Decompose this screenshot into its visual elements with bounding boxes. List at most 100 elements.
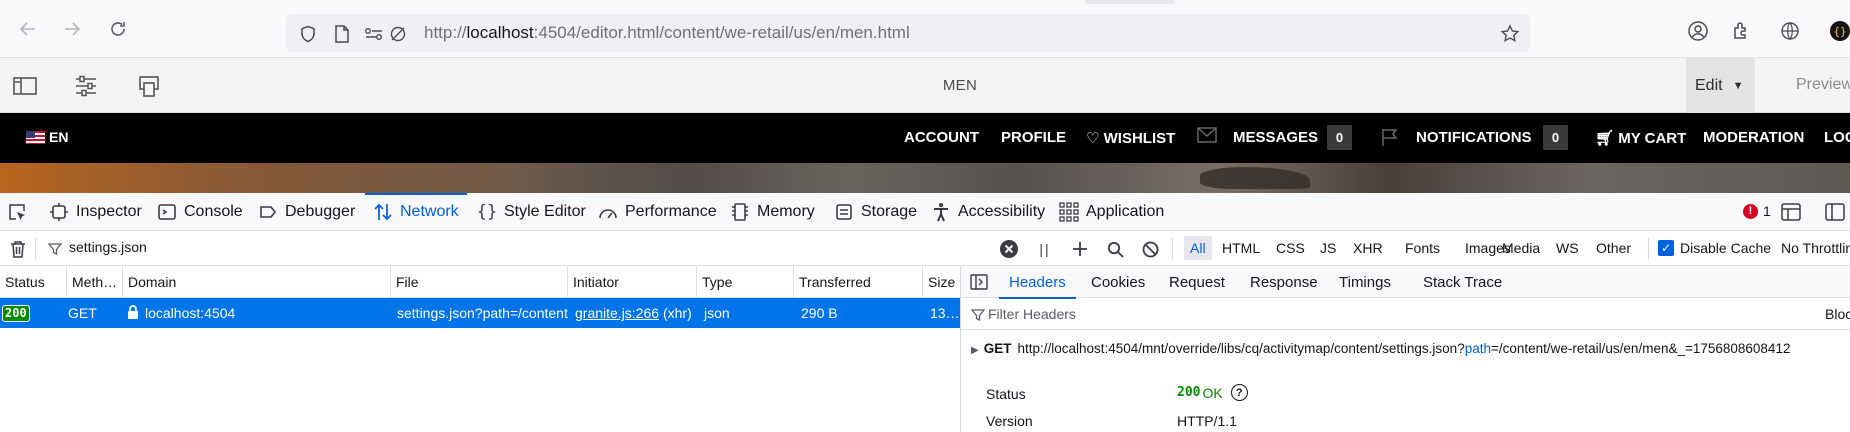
url-path: :4504/editor.html/content/we-retail/us/e… [533, 23, 910, 42]
filter-headers-input[interactable]: Filter Headers [988, 306, 1076, 322]
filter-funnel-icon [45, 239, 65, 259]
braces-extension-icon[interactable]: {} [1828, 19, 1850, 43]
page-icon[interactable] [332, 24, 352, 44]
reload-button[interactable] [106, 17, 130, 41]
tab-style-editor[interactable]: {} Style Editor [477, 193, 586, 231]
column-initiator[interactable]: Initiator [568, 266, 697, 298]
permissions-icon[interactable] [364, 24, 384, 44]
request-summary[interactable]: ▶ GET http://localhost:4504/mnt/override/l… [971, 341, 1790, 356]
block-requests-icon[interactable] [1140, 239, 1160, 259]
element-picker-icon[interactable] [6, 202, 28, 222]
error-count-indicator[interactable]: ! 1 [1743, 203, 1771, 219]
back-button[interactable] [16, 17, 40, 41]
nav-moderation[interactable]: MODERATION [1703, 129, 1804, 146]
tab-inspector[interactable]: Inspector [49, 193, 142, 231]
column-transferred[interactable]: Transferred [794, 266, 923, 298]
type-filter-fonts[interactable]: Fonts [1399, 236, 1446, 260]
edit-mode-dropdown[interactable]: Edit ▼ [1686, 58, 1755, 113]
disable-cache-checkbox[interactable]: ✓ [1658, 240, 1674, 256]
side-panel-icon[interactable] [12, 74, 38, 98]
clear-filter-icon[interactable] [999, 239, 1019, 259]
type-filter-xhr[interactable]: XHR [1347, 236, 1389, 260]
request-table-header: Status Meth… Domain File Initiator Type … [0, 266, 960, 298]
search-icon[interactable] [1105, 239, 1125, 259]
nav-logout[interactable]: LOG [1824, 129, 1850, 146]
column-file[interactable]: File [391, 266, 568, 298]
row-type: json [704, 305, 730, 321]
column-method[interactable]: Meth… [67, 266, 123, 298]
tab-console[interactable]: Console [157, 193, 243, 231]
network-arrows-icon [373, 202, 393, 222]
forward-button[interactable] [60, 17, 84, 41]
trash-icon[interactable] [8, 239, 28, 259]
tab-network[interactable]: Network [365, 193, 467, 231]
tracking-blocked-icon[interactable] [388, 24, 408, 44]
pause-icon[interactable]: || [1035, 239, 1055, 259]
tab-request[interactable]: Request [1169, 266, 1225, 298]
tab-network-label: Network [400, 203, 459, 220]
nav-notifications[interactable]: NOTIFICATIONS [1416, 129, 1532, 146]
column-domain[interactable]: Domain [123, 266, 391, 298]
language-selector[interactable]: EN [26, 129, 68, 145]
memory-chip-icon [730, 202, 750, 222]
nav-cart[interactable]: 🛒︎ MY CART [1595, 129, 1686, 147]
status-code: 200 [1177, 385, 1201, 400]
nav-wishlist-label: WISHLIST [1103, 130, 1176, 147]
tab-cookies[interactable]: Cookies [1091, 266, 1145, 298]
hero-image [0, 163, 1850, 193]
url-text[interactable]: http://localhost:4504/editor.html/conten… [424, 23, 910, 43]
throttling-select[interactable]: No Throttling [1781, 240, 1850, 256]
tab-headers[interactable]: Headers [999, 266, 1076, 299]
block-button[interactable]: Bloc [1825, 306, 1850, 322]
type-filter-html[interactable]: HTML [1216, 236, 1266, 260]
nav-wishlist[interactable]: ♡ WISHLIST [1086, 129, 1175, 147]
tab-inspector-label: Inspector [76, 203, 142, 220]
column-type[interactable]: Type [697, 266, 794, 298]
plus-icon[interactable] [1070, 239, 1090, 259]
accessibility-icon [931, 202, 951, 222]
nav-messages[interactable]: MESSAGES [1233, 129, 1318, 146]
initiator-link[interactable]: granite.js:266 [575, 305, 659, 321]
application-grid-icon [1059, 202, 1079, 222]
emulator-icon[interactable] [136, 74, 162, 98]
help-icon[interactable]: ? [1230, 384, 1248, 401]
type-filter-other[interactable]: Other [1590, 236, 1637, 260]
column-status[interactable]: Status [0, 266, 67, 298]
tab-strip-edge [1085, 0, 1175, 4]
account-icon[interactable] [1686, 19, 1710, 43]
type-filter-all[interactable]: All [1184, 236, 1212, 260]
debugger-icon [258, 202, 278, 222]
type-filter-js[interactable]: JS [1314, 236, 1342, 260]
column-size[interactable]: Size [923, 266, 960, 298]
cart-icon: 🛒︎ [1595, 130, 1615, 147]
page-properties-icon[interactable] [73, 74, 99, 98]
tab-style-editor-label: Style Editor [504, 203, 586, 220]
type-filter-css[interactable]: CSS [1270, 236, 1311, 260]
filter-urls-input[interactable]: settings.json [69, 239, 147, 255]
toggle-sidebar-icon[interactable] [969, 272, 989, 292]
tab-debugger[interactable]: Debugger [258, 193, 355, 231]
type-filter-media[interactable]: Media [1496, 236, 1546, 260]
tab-response[interactable]: Response [1250, 266, 1318, 298]
type-filter-ws[interactable]: WS [1550, 236, 1585, 260]
globe-extension-icon[interactable] [1778, 19, 1802, 43]
toolbar-separator [1172, 238, 1173, 259]
preview-button[interactable]: Preview [1796, 76, 1850, 94]
split-console-icon[interactable] [1824, 202, 1846, 222]
table-row[interactable]: 200 GET localhost:4504 settings.json?pat… [0, 298, 960, 328]
shield-icon[interactable] [298, 24, 318, 44]
tab-timings[interactable]: Timings [1339, 266, 1391, 298]
nav-profile[interactable]: PROFILE [1001, 129, 1066, 146]
bookmark-star-icon[interactable] [1500, 24, 1520, 44]
tab-memory[interactable]: Memory [730, 193, 815, 231]
address-bar[interactable]: http://localhost:4504/editor.html/conten… [286, 14, 1530, 52]
tab-application[interactable]: Application [1059, 193, 1164, 231]
row-size: 13… [930, 305, 960, 321]
dock-options-icon[interactable] [1780, 202, 1802, 222]
extensions-icon[interactable] [1729, 19, 1753, 43]
tab-stack-trace[interactable]: Stack Trace [1423, 266, 1502, 298]
tab-accessibility[interactable]: Accessibility [931, 193, 1045, 231]
nav-account[interactable]: ACCOUNT [904, 129, 979, 146]
tab-storage[interactable]: Storage [834, 193, 917, 231]
tab-performance[interactable]: Performance [598, 193, 717, 231]
